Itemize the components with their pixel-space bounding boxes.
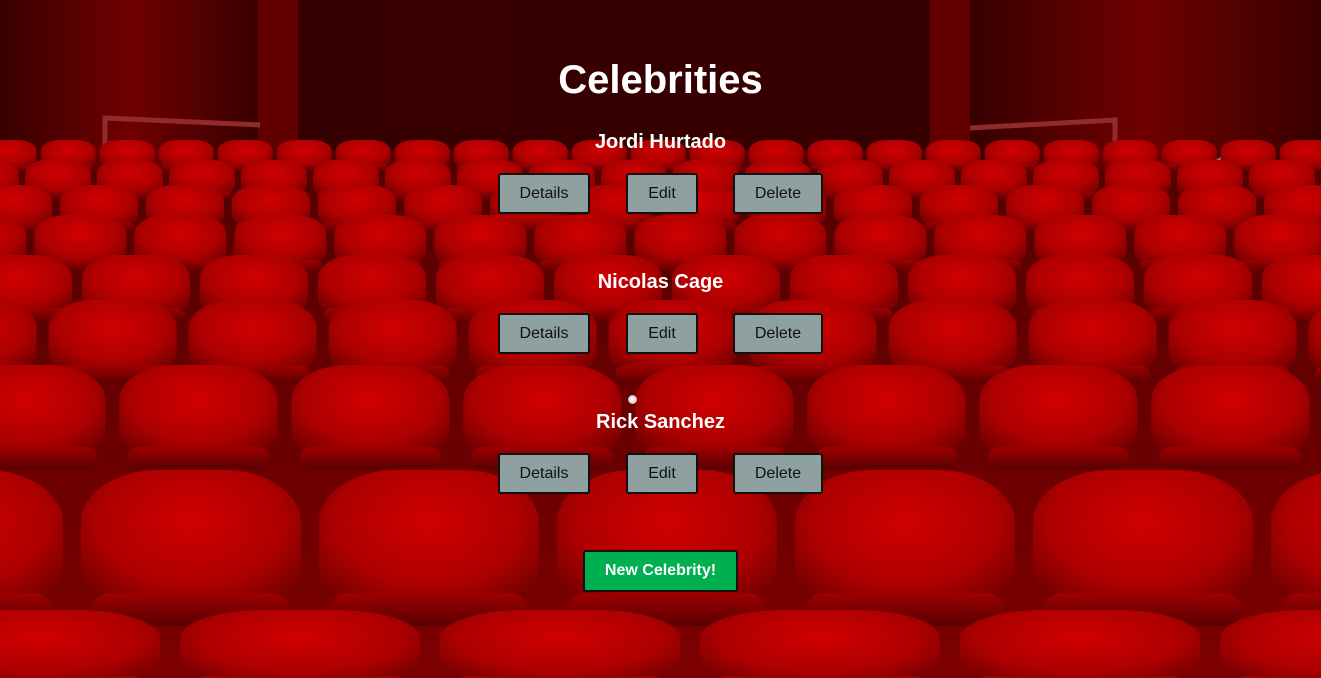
celebrity-name: Jordi Hurtado <box>594 131 727 153</box>
celebrity-name: Nicolas Cage <box>597 271 724 293</box>
delete-button[interactable]: Delete <box>733 173 823 214</box>
new-celebrity-button[interactable]: New Celebrity! <box>583 550 738 592</box>
edit-button[interactable]: Edit <box>626 173 698 214</box>
details-button[interactable]: Details <box>498 173 590 214</box>
delete-button[interactable]: Delete <box>733 313 823 354</box>
celebrity-item: Rick Sanchez Details Edit Delete <box>0 410 1321 530</box>
celebrity-item: Nicolas Cage Details Edit Delete <box>0 270 1321 390</box>
celebrity-item: Jordi Hurtado Details Edit Delete <box>0 130 1321 250</box>
page-title: Celebrities <box>558 58 763 102</box>
light-spot-decoration <box>628 395 637 404</box>
edit-button[interactable]: Edit <box>626 453 698 494</box>
celebrity-name: Rick Sanchez <box>596 411 725 433</box>
details-button[interactable]: Details <box>498 453 590 494</box>
edit-button[interactable]: Edit <box>626 313 698 354</box>
celebrities-page: Celebrities Jordi Hurtado Details Edit D… <box>0 0 1321 678</box>
details-button[interactable]: Details <box>498 313 590 354</box>
delete-button[interactable]: Delete <box>733 453 823 494</box>
